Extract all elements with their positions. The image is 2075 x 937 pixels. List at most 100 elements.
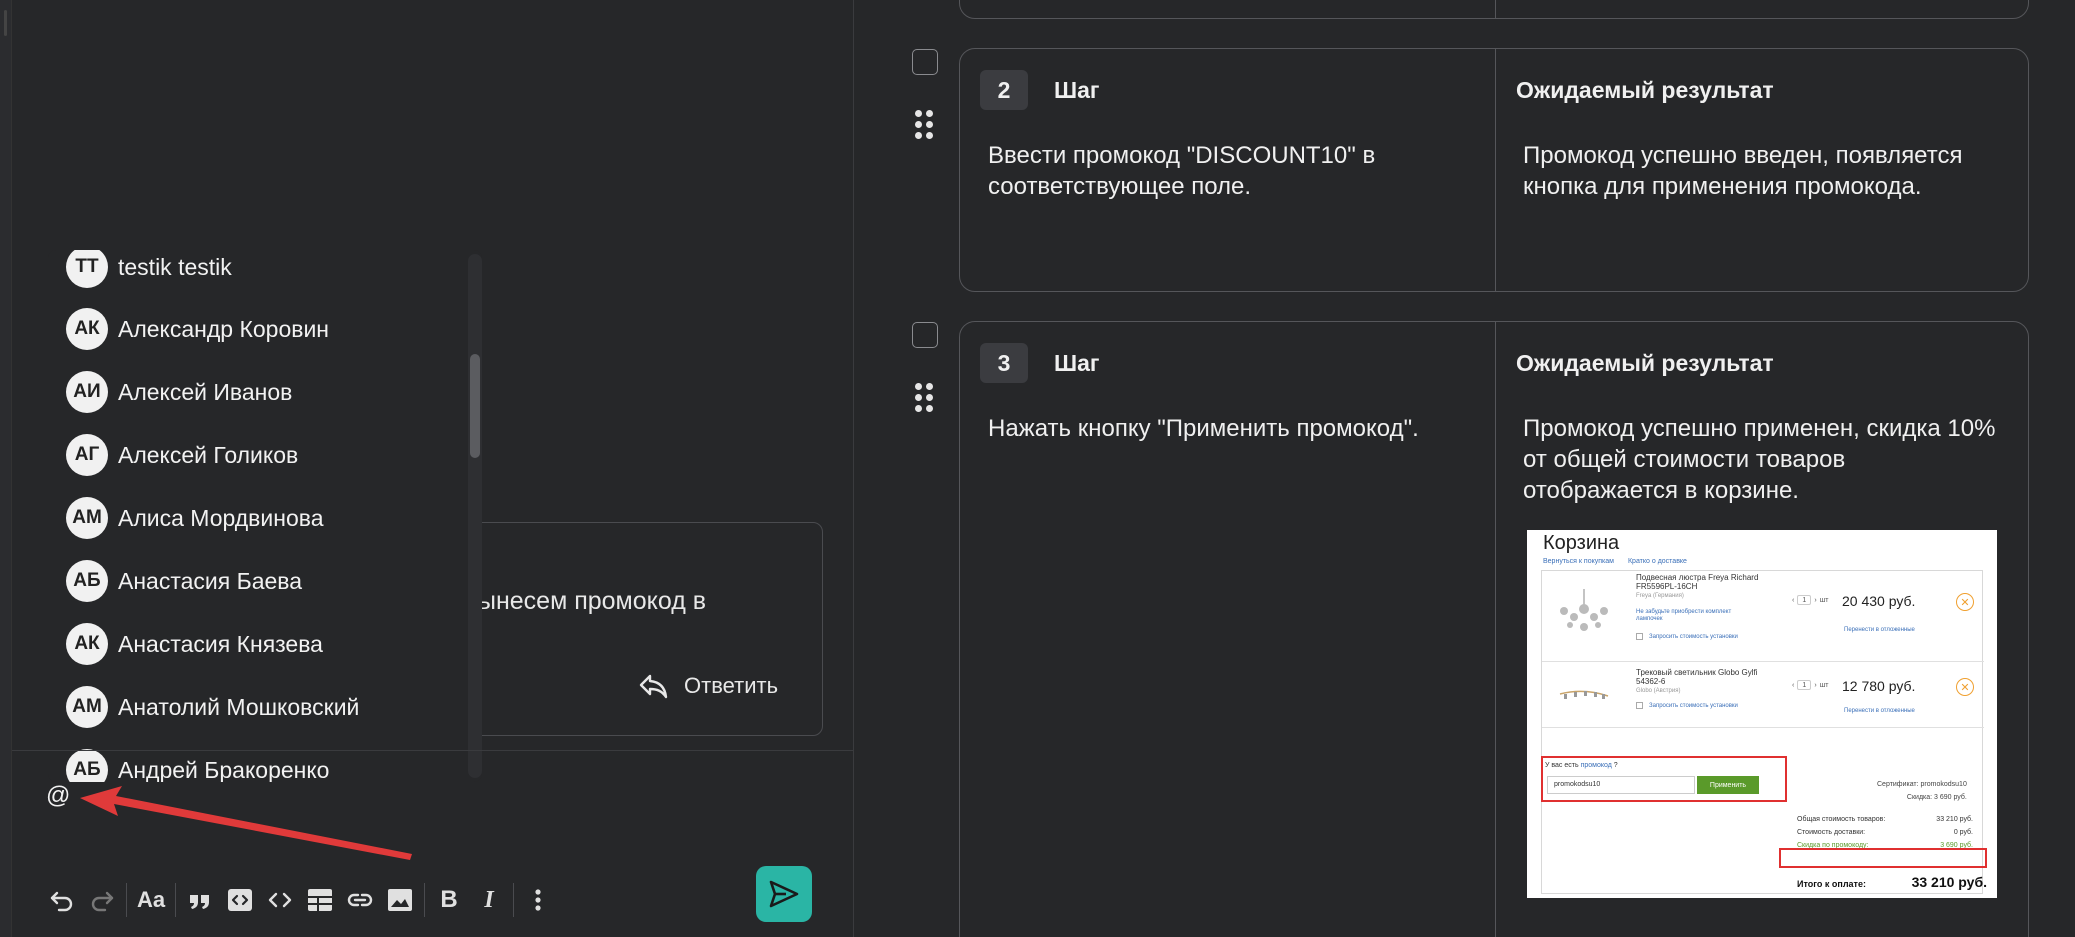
cart-screenshot-image[interactable]: Корзина Вернуться к покупкам Кратко о до… [1527,530,1997,898]
mention-name: Анатолий Мошковский [118,693,360,720]
remove-icon: ✕ [1956,593,1974,611]
bold-icon[interactable]: B [429,880,469,920]
total-row: Общая стоимость товаров: 33 210 руб. [1797,816,1973,823]
toolbar-separator [424,883,425,917]
product-brand: Freya (Германия) [1636,593,1684,599]
promo-question: У вас есть промокод ? [1545,762,1618,769]
mention-name: Алиса Мордвинова [118,504,324,531]
cart-title: Корзина [1543,532,1620,554]
reply-button[interactable]: Ответить [638,673,778,699]
italic-icon[interactable]: I [469,880,509,920]
certificate-label: Сертификат: promokodsu10 [1877,781,1967,788]
cart-row: Трековый светильник Globo Gylfi 54362-6 … [1542,662,1984,728]
mention-item[interactable]: АМ Алиса Мордвинова [66,497,324,539]
unit-label: шт [1819,596,1829,604]
step-card: 3 Шаг Ожидаемый результат Нажать кнопку … [959,321,2029,937]
step-text[interactable]: Нажать кнопку "Применить промокод". [988,413,1458,444]
scrollbar-thumb[interactable] [470,354,480,458]
step-label: Шаг [1054,77,1100,103]
install-label: Запросить стоимость установки [1649,633,1738,640]
avatar: TT [66,250,108,288]
step-label: Шаг [1054,350,1100,376]
cart-links: Вернуться к покупкам Кратко о доставке [1543,558,1687,565]
promo-link: промокод [1580,762,1612,769]
mention-item[interactable]: TT testik testik [66,250,232,288]
step-checkbox[interactable] [912,322,938,348]
step-checkbox[interactable] [912,49,938,75]
test-steps-panel: 2 Шаг Ожидаемый результат Ввести промоко… [855,0,2075,937]
product-brand: Globo (Австрия) [1636,688,1681,694]
mention-item[interactable]: АК Александр Коровин [66,308,329,350]
mention-item[interactable]: АБ Анастасия Баева [66,560,302,602]
product-price: 12 780 руб. [1842,678,1916,694]
more-icon[interactable] [518,880,558,920]
mention-item[interactable]: АК Анастасия Князева [66,623,323,665]
mention-name: Андрей Бракоренко [118,756,330,783]
toolbar-separator [513,883,514,917]
column-divider [1495,322,1496,937]
avatar: АМ [66,686,108,728]
resize-grip[interactable] [4,10,7,36]
product-name: Подвесная люстра Freya Richard FR5596PL-… [1636,573,1759,591]
mention-item[interactable]: АБ Андрей Бракоренко [66,749,329,782]
quantity-value: 1 [1797,595,1812,605]
mention-item[interactable]: АИ Алексей Иванов [66,371,292,413]
install-check: Запросить стоимость установки [1636,633,1738,640]
redo-icon[interactable] [82,880,122,920]
message-card: ынесем промокод в Ответить [457,522,823,736]
mention-name: Алексей Иванов [118,378,293,405]
toolbar-separator [175,883,176,917]
back-link: Вернуться к покупкам [1543,558,1614,565]
promo-input: promokodsu10 [1547,776,1695,794]
move-link: Перенести в отложенные [1844,627,1915,633]
step-number: 3 [980,343,1028,383]
toolbar-separator [126,883,127,917]
column-divider [1495,0,1496,18]
message-text: ынесем промокод в [478,587,707,615]
mention-name: Алексей Голиков [118,441,299,468]
delivery-link: Кратко о доставке [1627,558,1687,565]
font-size-icon[interactable]: Aa [131,880,171,920]
undo-icon[interactable] [42,880,82,920]
promo-apply-button: Применить [1697,776,1759,794]
step-text[interactable]: Ввести промокод "DISCOUNT10" в соответст… [988,140,1458,202]
avatar: АИ [66,371,108,413]
step-number: 2 [980,70,1028,110]
mention-dropdown: TT testik testik АК Александр Коровин АИ… [48,250,482,782]
dropdown-scrollbar[interactable] [468,254,482,778]
inline-code-icon[interactable] [260,880,300,920]
avatar: АМ [66,497,108,539]
reply-icon [639,674,668,699]
drag-handle-icon[interactable] [915,383,935,413]
install-label: Запросить стоимость установки [1649,702,1738,709]
mention-item[interactable]: АМ Анатолий Мошковский [66,686,359,728]
code-block-icon[interactable] [220,880,260,920]
table-icon[interactable] [300,880,340,920]
drag-handle-icon[interactable] [915,110,935,140]
cart-row: Подвесная люстра Freya Richard FR5596PL-… [1542,571,1984,662]
step-card: 2 Шаг Ожидаемый результат Ввести промоко… [959,48,2029,292]
total-row: Стоимость доставки: 0 руб. [1797,829,1973,836]
link-icon[interactable] [340,880,380,920]
expected-text[interactable]: Промокод успешно применен, скидка 10% от… [1523,413,2003,506]
avatar: АК [66,623,108,665]
send-button[interactable] [756,866,812,922]
avatar: АК [66,308,108,350]
mention-item[interactable]: АГ Алексей Голиков [66,434,298,476]
expected-label: Ожидаемый результат [1516,350,1774,376]
column-divider [1495,49,1496,291]
quote-icon[interactable] [180,880,220,920]
mention-name: testik testik [118,253,232,280]
product-hint: Не забудьте приобрести комплект лампочек [1636,609,1732,622]
expected-text[interactable]: Промокод успешно введен, появляется кноп… [1523,140,2003,202]
move-link: Перенести в отложенные [1844,708,1915,714]
chandelier-image [1560,589,1608,631]
discount-highlight-box [1779,848,1987,868]
install-check: Запросить стоимость установки [1636,702,1738,709]
product-price: 20 430 руб. [1842,593,1916,609]
quantity-stepper: ‹ 1 › шт [1792,680,1829,690]
image-icon[interactable] [380,880,420,920]
reply-label: Ответить [684,673,779,698]
remove-icon: ✕ [1956,678,1974,696]
quantity-stepper: ‹ 1 › шт [1792,595,1829,605]
